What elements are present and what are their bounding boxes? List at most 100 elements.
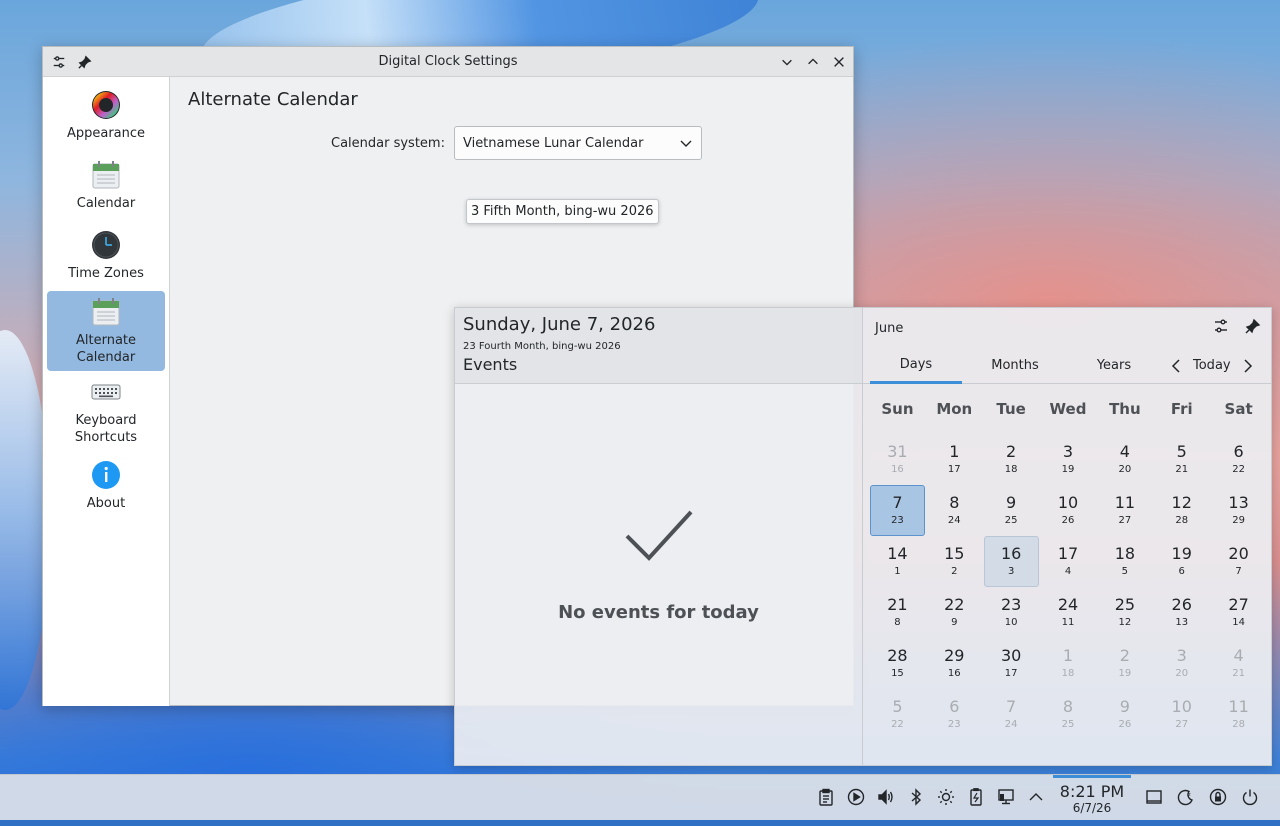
network-icon[interactable] xyxy=(996,787,1016,807)
clipboard-icon[interactable] xyxy=(816,787,836,807)
day-cell[interactable]: 12 28 xyxy=(1153,485,1210,536)
tab-years[interactable]: Years xyxy=(1068,348,1160,384)
sidebar-item-alternate-calendar[interactable]: Alternate Calendar xyxy=(47,291,165,371)
bluetooth-icon[interactable] xyxy=(906,787,926,807)
configure-icon[interactable] xyxy=(1213,318,1229,338)
day-cell[interactable]: 31 16 xyxy=(869,434,926,485)
maximize-button[interactable] xyxy=(805,54,821,70)
day-number: 19 xyxy=(1171,543,1192,563)
tab-days[interactable]: Days xyxy=(870,348,962,384)
day-cell[interactable]: 11 28 xyxy=(1210,689,1267,740)
sidebar-item-about[interactable]: About xyxy=(47,451,165,521)
sidebar: Appearance Calendar Time Zones Alternate… xyxy=(43,77,170,706)
day-cell[interactable]: 1 18 xyxy=(1040,638,1097,689)
day-cell[interactable]: 11 27 xyxy=(1096,485,1153,536)
lunar-day-number: 10 xyxy=(1004,616,1018,628)
day-cell[interactable]: 5 22 xyxy=(869,689,926,740)
next-month-button[interactable] xyxy=(1239,358,1257,373)
calendar-system-select[interactable]: Vietnamese Lunar Calendar xyxy=(453,126,702,160)
sidebar-item-keyboard-shortcuts[interactable]: Keyboard Shortcuts xyxy=(47,371,165,451)
day-cell[interactable]: 1 17 xyxy=(926,434,983,485)
calendar-system-row: Calendar system: Vietnamese Lunar Calend… xyxy=(331,126,835,160)
appearance-icon xyxy=(92,91,120,119)
day-cell[interactable]: 14 1 xyxy=(869,536,926,587)
day-cell[interactable]: 4 21 xyxy=(1210,638,1267,689)
weekday-label: Mon xyxy=(936,400,973,418)
expand-tray-icon[interactable] xyxy=(1026,787,1046,807)
window-titlebar[interactable]: Digital Clock Settings xyxy=(43,47,853,77)
day-number: 29 xyxy=(944,645,965,665)
day-number: 20 xyxy=(1228,543,1249,563)
day-number: 28 xyxy=(887,645,908,665)
day-number: 23 xyxy=(1000,594,1022,614)
day-cell[interactable]: 3 19 xyxy=(1040,434,1097,485)
day-cell[interactable]: 5 21 xyxy=(1153,434,1210,485)
week-row: 5 22 6 23 7 24 8 25 9 26 10 27 11 28 xyxy=(869,689,1267,740)
day-cell[interactable]: 3 20 xyxy=(1153,638,1210,689)
day-cell[interactable]: 13 29 xyxy=(1210,485,1267,536)
day-number: 4 xyxy=(1119,441,1130,461)
day-cell[interactable]: 218 xyxy=(983,434,1040,485)
power-icon[interactable] xyxy=(1240,787,1260,807)
previous-month-button[interactable] xyxy=(1167,358,1185,373)
pin-icon[interactable] xyxy=(77,54,93,70)
day-cell[interactable]: 2 19 xyxy=(1096,638,1153,689)
day-cell-today[interactable]: 7 23 xyxy=(870,485,925,536)
day-cell[interactable]: 4 20 xyxy=(1096,434,1153,485)
sidebar-item-time-zones[interactable]: Time Zones xyxy=(47,221,165,291)
lunar-day-number: 18 xyxy=(1004,463,1018,475)
day-cell[interactable]: 22 9 xyxy=(926,587,983,638)
day-cell[interactable]: 16 3 xyxy=(983,536,1039,587)
weekday-label: Tue xyxy=(996,400,1026,418)
lunar-day-number: 3 xyxy=(1007,565,1015,577)
close-button[interactable] xyxy=(831,54,847,70)
day-cell[interactable]: 9 26 xyxy=(1096,689,1153,740)
day-cell[interactable]: 20 7 xyxy=(1210,536,1267,587)
day-cell[interactable]: 10 26 xyxy=(1040,485,1097,536)
window-title: Digital Clock Settings xyxy=(378,54,518,69)
media-play-icon[interactable] xyxy=(846,787,866,807)
today-button[interactable]: Today xyxy=(1193,358,1231,373)
brightness-icon[interactable] xyxy=(936,787,956,807)
day-cell[interactable]: 6 22 xyxy=(1210,434,1267,485)
battery-icon[interactable] xyxy=(966,787,986,807)
day-cell[interactable]: 28 15 xyxy=(869,638,926,689)
day-cell[interactable]: 23 10 xyxy=(983,587,1040,638)
weeks-container: 31 16 1 17 2 18 3 19 4 20 5 21 6 22 7 23 8 24 9 25 10 26 11 27 1… xyxy=(869,434,1267,740)
tab-months[interactable]: Months xyxy=(969,348,1061,384)
day-cell[interactable]: 15 2 xyxy=(926,536,983,587)
day-cell[interactable]: 10 27 xyxy=(1153,689,1210,740)
configure-icon[interactable] xyxy=(51,54,67,70)
day-cell[interactable]: 8 24 xyxy=(926,485,983,536)
day-cell[interactable]: 24 11 xyxy=(1040,587,1097,638)
day-cell[interactable]: 8 25 xyxy=(1040,689,1097,740)
day-cell[interactable]: 26 13 xyxy=(1153,587,1210,638)
day-cell[interactable]: 29 16 xyxy=(926,638,983,689)
sidebar-item-appearance[interactable]: Appearance xyxy=(47,81,165,151)
pin-icon[interactable] xyxy=(1245,318,1261,338)
sidebar-item-calendar[interactable]: Calendar xyxy=(47,151,165,221)
volume-icon[interactable] xyxy=(876,787,896,807)
day-cell[interactable]: 18 5 xyxy=(1096,536,1153,587)
lunar-day-number: 14 xyxy=(1232,616,1245,628)
day-cell[interactable]: 9 25 xyxy=(983,485,1040,536)
day-cell[interactable]: 30 17 xyxy=(983,638,1040,689)
day-cell[interactable]: 7 24 xyxy=(983,689,1040,740)
minimize-button[interactable] xyxy=(779,54,795,70)
lunar-day-number: 13 xyxy=(1175,616,1189,628)
digital-clock[interactable]: 8:21 PM 6/7/26 xyxy=(1052,775,1132,815)
calendar-icon xyxy=(92,161,120,189)
show-desktop-icon[interactable] xyxy=(1144,787,1164,807)
lock-icon[interactable] xyxy=(1208,787,1228,807)
day-number: 16 xyxy=(1000,543,1022,563)
day-number: 7 xyxy=(892,492,903,512)
day-cell[interactable]: 25 12 xyxy=(1096,587,1153,638)
day-cell[interactable]: 6 23 xyxy=(926,689,983,740)
day-cell[interactable]: 218 xyxy=(869,587,926,638)
day-cell[interactable]: 27 14 xyxy=(1210,587,1267,638)
night-mode-icon[interactable]: z xyxy=(1176,787,1196,807)
keyboard-icon xyxy=(91,384,121,399)
day-cell[interactable]: 19 6 xyxy=(1153,536,1210,587)
day-cell[interactable]: 17 4 xyxy=(1040,536,1097,587)
calendar-popup: Sunday, June 7, 2026 23 Fourth Month, bi… xyxy=(454,307,1272,766)
